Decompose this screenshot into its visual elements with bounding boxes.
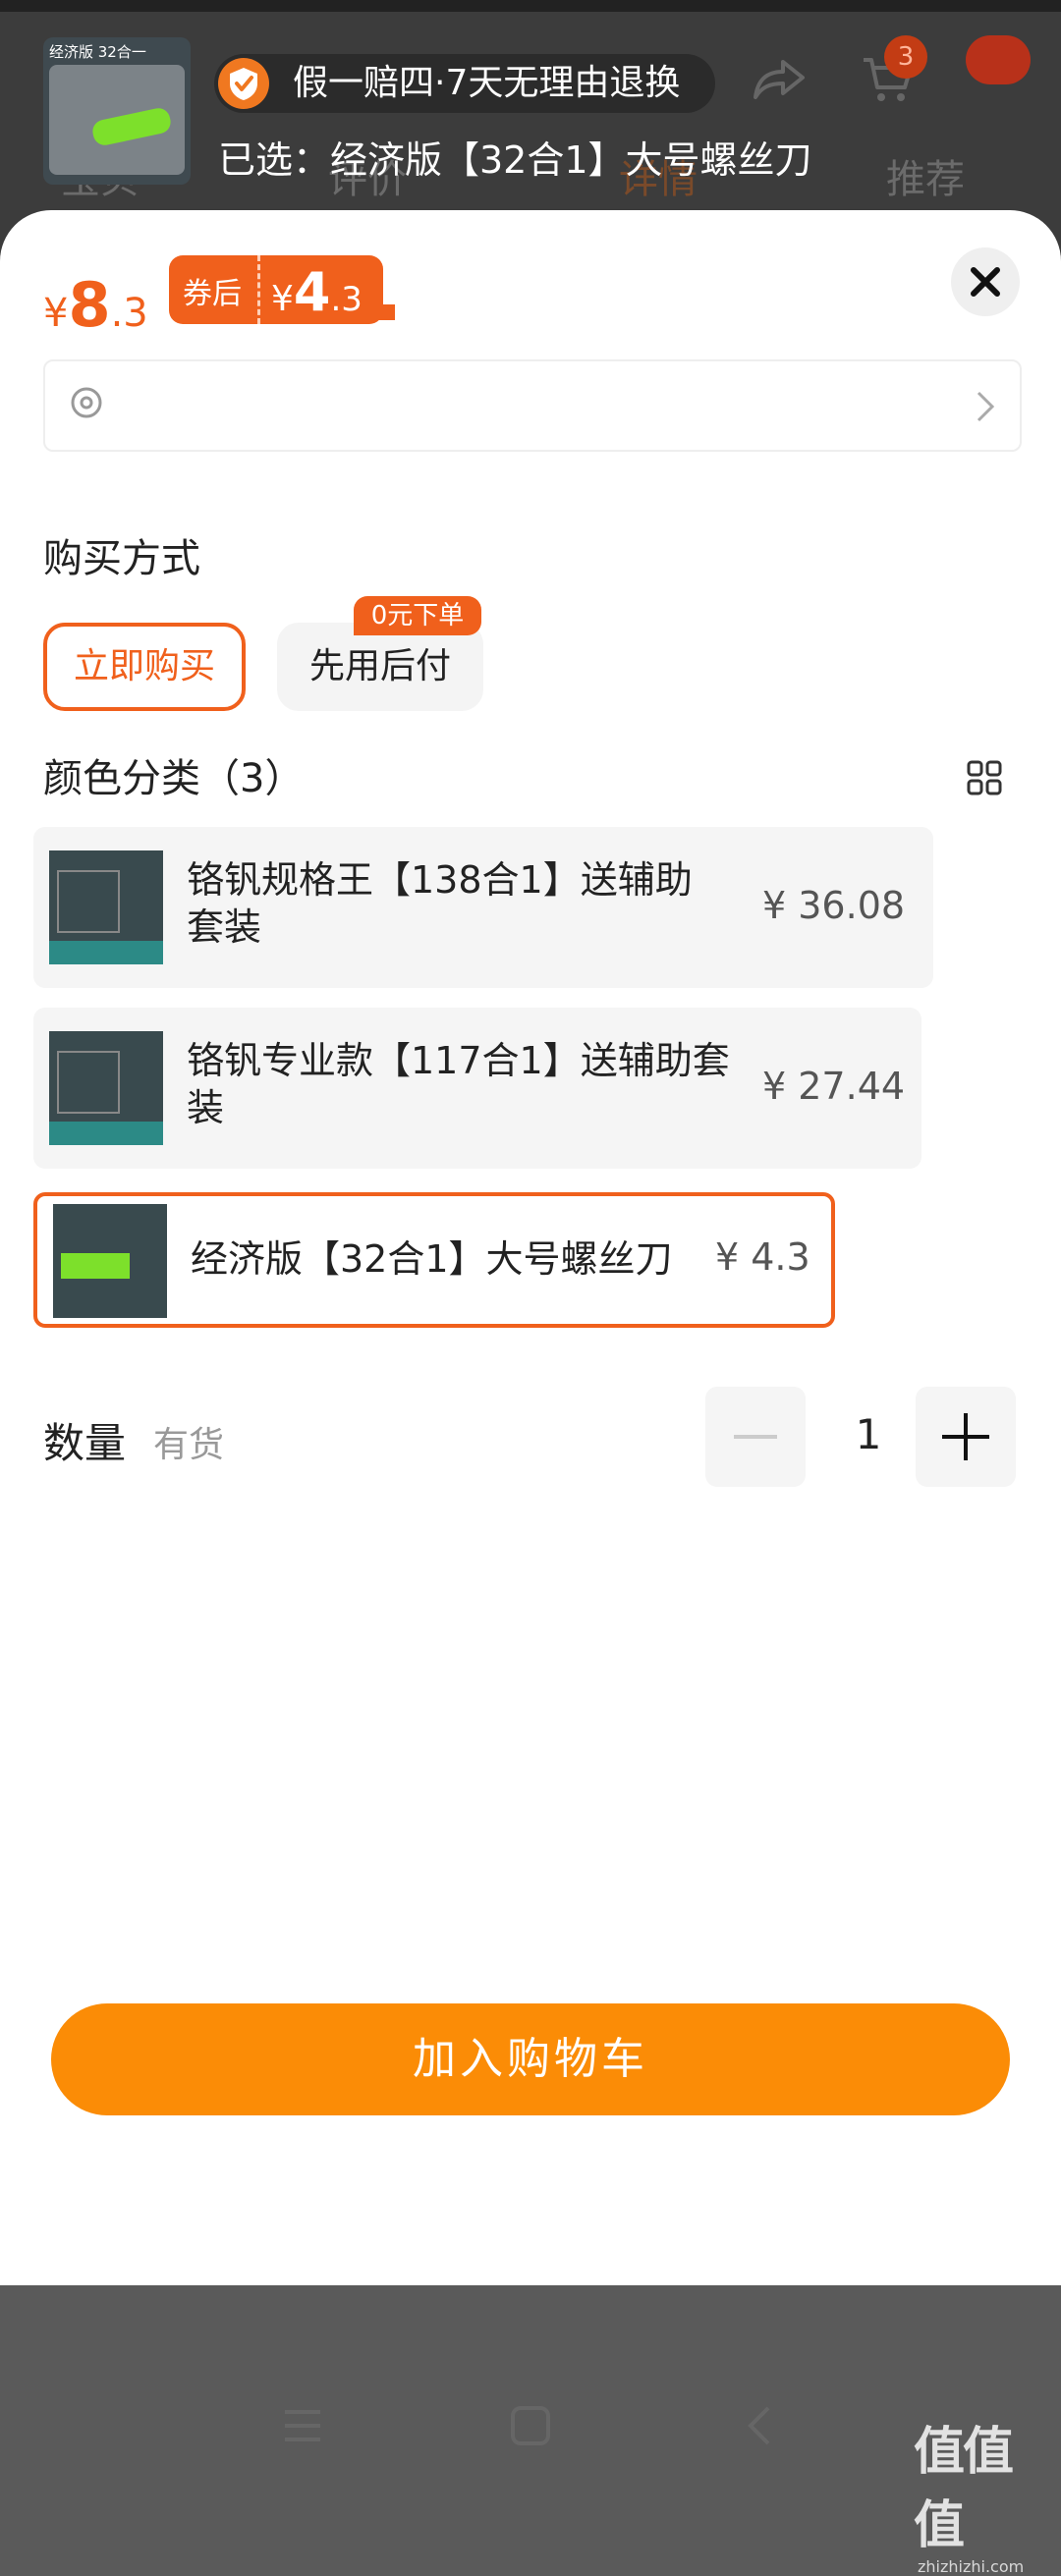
tab-recommend[interactable]: 推荐 — [886, 147, 965, 204]
coupon-divider — [257, 255, 260, 324]
sku-name: 经济版【32合1】大号螺丝刀 — [191, 1237, 673, 1281]
original-price: ¥8.3 — [43, 269, 148, 341]
add-to-cart-button[interactable]: 加入购物车 — [51, 2003, 1010, 2115]
close-button[interactable] — [951, 247, 1020, 316]
watermark: 值值值 zhizhizhi.com — [914, 2410, 1051, 2576]
status-bar — [0, 0, 1061, 12]
price-decimal: .3 — [110, 291, 148, 336]
coupon-decimal: .3 — [330, 280, 363, 319]
increase-quantity-button[interactable] — [916, 1387, 1016, 1487]
grid-view-icon[interactable] — [967, 760, 1002, 795]
minus-icon — [734, 1435, 777, 1439]
system-nav-bar — [0, 2396, 1061, 2475]
promo-badge: 0元下单 — [354, 596, 481, 635]
purchase-method-title: 购买方式 — [43, 536, 200, 581]
guarantee-text: 假一赔四·7天无理由退换 — [293, 63, 681, 103]
sku-thumbnail — [53, 1204, 167, 1318]
quantity-value[interactable]: 1 — [839, 1410, 898, 1458]
recent-apps-icon[interactable] — [281, 2404, 324, 2447]
watermark-url: zhizhizhi.com — [918, 2557, 1025, 2576]
sku-price: ¥ 27.44 — [762, 1065, 906, 1108]
sku-option-117in1[interactable]: 铬钒专业款【117合1】送辅助套装 ¥ 27.44 — [33, 1008, 921, 1169]
cart-count-badge: 3 — [884, 35, 927, 79]
price-integer: 8 — [68, 269, 111, 341]
buy-later-option[interactable]: 先用后付 — [277, 623, 483, 711]
sku-name: 铬钒专业款【117合1】送辅助套装 — [187, 1039, 730, 1129]
sku-price: ¥ 4.3 — [715, 1235, 810, 1279]
buy-now-option[interactable]: 立即购买 — [43, 623, 246, 711]
home-icon[interactable] — [509, 2404, 552, 2447]
coupon-label: 券后 — [183, 277, 242, 311]
stock-status: 有货 — [153, 1425, 225, 1465]
chevron-right-icon — [977, 391, 995, 422]
coupon-currency: ¥ — [271, 279, 294, 319]
sku-selector-sheet: ¥8.3 券后 ¥4.3 购买方式 立即购买 先用后付 0元下单 颜色分类（3） — [0, 210, 1061, 2576]
location-pin-icon — [71, 387, 102, 418]
plus-icon — [942, 1413, 989, 1460]
shield-check-icon — [218, 58, 269, 109]
address-selector[interactable] — [43, 359, 1022, 452]
sku-thumbnail — [49, 1031, 163, 1145]
quantity-label: 数量 — [43, 1419, 127, 1467]
coupon-price: ¥4.3 — [271, 261, 363, 323]
decrease-quantity-button[interactable] — [705, 1387, 806, 1487]
sku-thumbnail — [49, 850, 163, 964]
sku-option-32in1-selected[interactable]: 经济版【32合1】大号螺丝刀 ¥ 4.3 — [33, 1192, 835, 1328]
close-icon — [971, 267, 1000, 297]
selected-product-thumbnail[interactable]: 经济版 32合一 — [43, 37, 191, 185]
currency-symbol: ¥ — [43, 291, 69, 336]
color-category-title: 颜色分类（3） — [43, 756, 305, 801]
sku-name: 铬钒规格王【138合1】送辅助 套装 — [187, 858, 693, 949]
sku-price: ¥ 36.08 — [762, 884, 906, 927]
guarantee-pill: 假一赔四·7天无理由退换 — [214, 54, 715, 113]
coupon-price-tag: 券后 ¥4.3 — [169, 255, 383, 324]
coupon-integer: 4 — [293, 261, 331, 323]
watermark-logo: 值值值 — [914, 2423, 1014, 2555]
share-icon[interactable] — [752, 54, 807, 103]
back-icon[interactable] — [739, 2404, 782, 2447]
more-menu-button[interactable] — [966, 35, 1031, 84]
sku-option-138in1[interactable]: 铬钒规格王【138合1】送辅助 套装 ¥ 36.08 — [33, 827, 933, 988]
thumbnail-label: 经济版 32合一 — [49, 43, 146, 61]
selected-variant-text: 已选：经济版【32合1】大号螺丝刀 — [218, 138, 812, 182]
